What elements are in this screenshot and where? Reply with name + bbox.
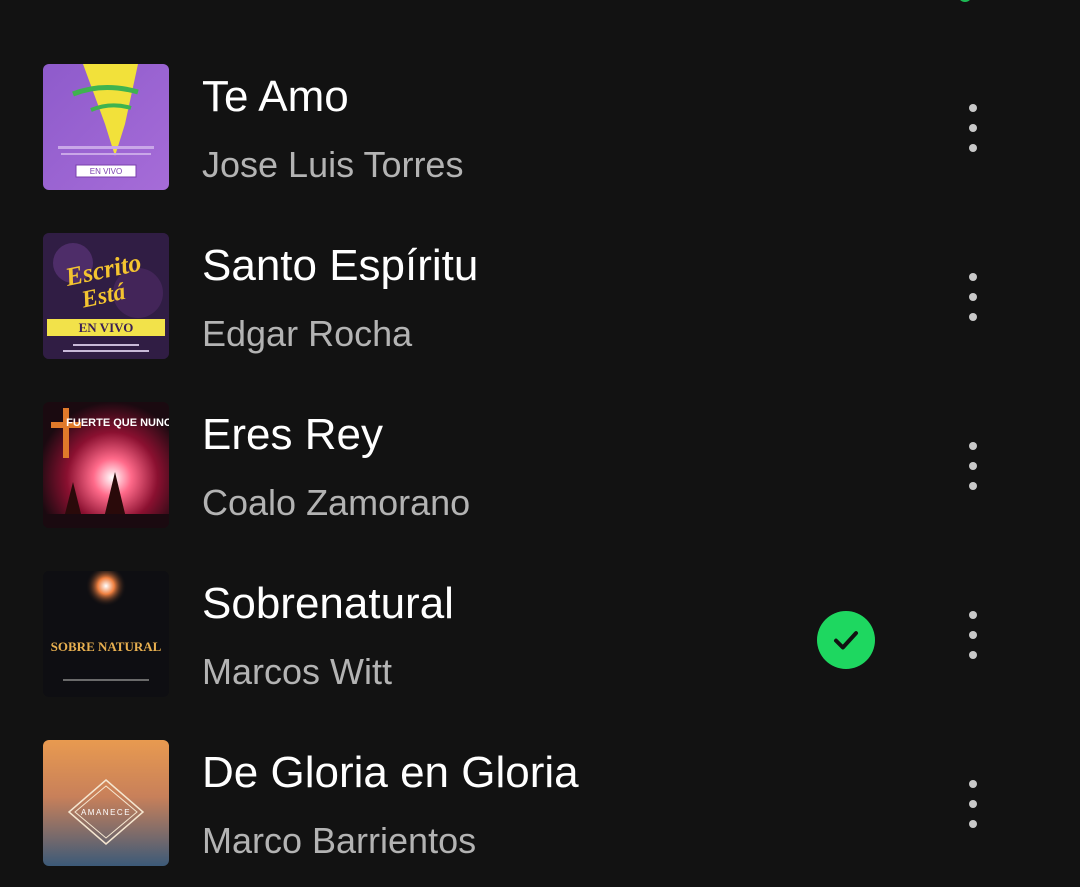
check-icon [834,631,858,650]
album-cover-text: EN VIVO [90,167,122,176]
track-row[interactable]: SOBRE NATURAL Sobrenatural Marcos Witt [0,562,1080,731]
album-cover: FUERTE QUE NUNCA [43,402,169,528]
track-title: Sobrenatural [202,579,454,628]
dot [969,293,977,301]
more-vertical-icon[interactable] [948,95,998,161]
track-row[interactable]: AMANECE De Gloria en Gloria Marco Barrie… [0,731,1080,887]
dot [969,780,977,788]
dot [969,273,977,281]
album-cover: EN VIVO [43,64,169,190]
track-title: De Gloria en Gloria [202,748,579,797]
album-cover-text: FUERTE QUE NUNCA [66,417,169,429]
track-title: Santo Espíritu [202,241,479,290]
dot [969,820,977,828]
dot [969,631,977,639]
track-artist: Marcos Witt [202,651,393,692]
dot [969,651,977,659]
track-artist: Edgar Rocha [202,313,413,354]
album-cover-text: EN VIVO [79,320,134,335]
more-vertical-icon[interactable] [948,602,998,668]
track-title: Eres Rey [202,410,383,459]
album-cover-text: AMANECE [81,808,131,817]
track-artist: Marco Barrientos [202,820,477,861]
album-cover-art: SOBRE NATURAL [43,571,169,697]
dot [969,313,977,321]
dot [969,482,977,490]
track-artist: Coalo Zamorano [202,482,471,523]
dot [969,144,977,152]
album-cover: SOBRE NATURAL [43,571,169,697]
check-circle-icon [817,611,875,669]
more-vertical-icon[interactable] [948,264,998,330]
track-artist: Jose Luis Torres [202,144,464,185]
track-list: EN VIVO Te Amo Jose Luis Torres Escrito [0,55,1080,887]
album-cover: AMANECE [43,740,169,866]
track-list-screen: EN VIVO Te Amo Jose Luis Torres Escrito [0,0,1080,887]
album-cover-art: AMANECE [43,740,169,866]
album-cover-art: FUERTE QUE NUNCA [43,402,169,528]
dot [969,800,977,808]
more-vertical-icon[interactable] [948,433,998,499]
track-row[interactable]: FUERTE QUE NUNCA Eres Rey Coalo Zamorano [0,393,1080,562]
dot [969,124,977,132]
more-vertical-icon[interactable] [948,771,998,837]
status-indicator [958,0,972,2]
album-cover-art: EN VIVO [43,64,169,190]
album-cover-art: Escrito Está EN VIVO [43,233,169,359]
dot [969,611,977,619]
album-cover: Escrito Está EN VIVO [43,233,169,359]
dot [969,442,977,450]
dot [969,104,977,112]
track-title: Te Amo [202,72,349,121]
album-cover-text: SOBRE NATURAL [51,639,162,654]
track-row[interactable]: Escrito Está EN VIVO Santo Espíritu Edga… [0,224,1080,393]
dot [969,462,977,470]
track-row[interactable]: EN VIVO Te Amo Jose Luis Torres [0,55,1080,224]
